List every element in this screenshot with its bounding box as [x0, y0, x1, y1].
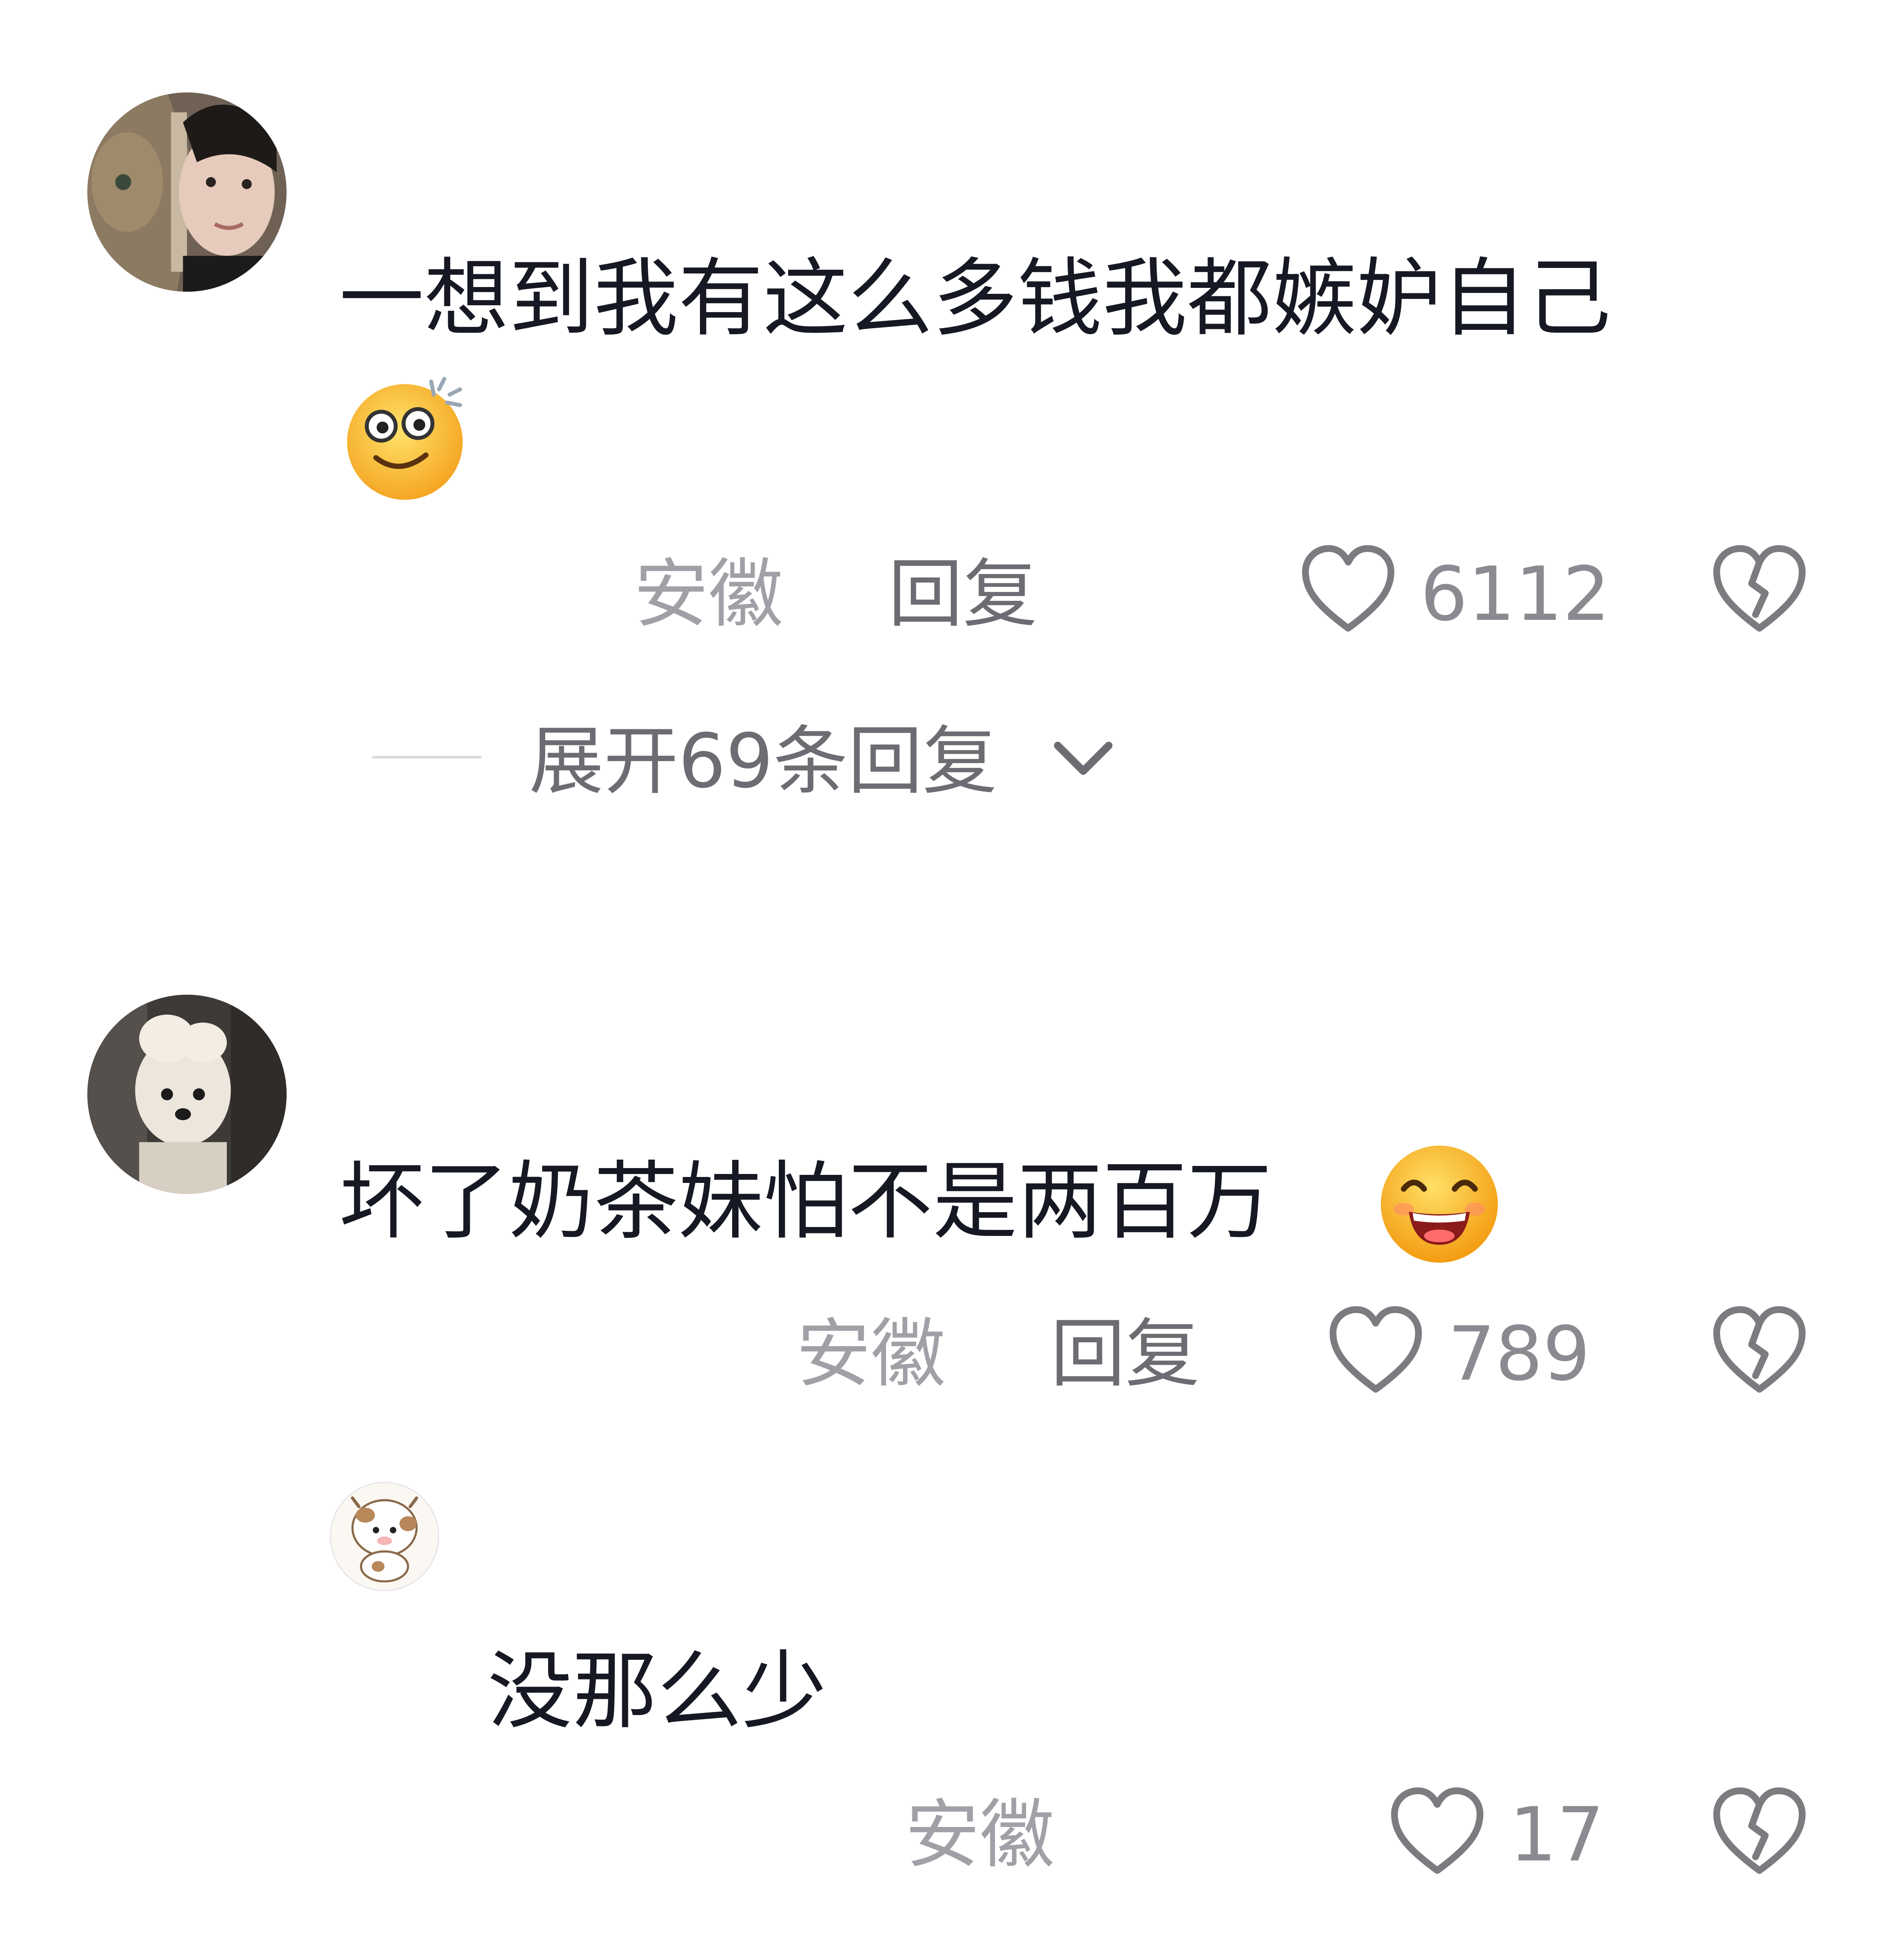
expand-divider-line — [372, 756, 482, 759]
comment-text: 坏了奶茶妹怕不是两百万 — [339, 1152, 1272, 1251]
location-label: 安徽 — [634, 551, 783, 638]
heart-icon[interactable] — [1388, 1785, 1486, 1878]
reply-button[interactable]: 回复 — [888, 557, 1037, 632]
comment-text: 一想到我有这么多钱我都嫉妒自己 — [339, 249, 1611, 348]
like-count: 6112 — [1420, 551, 1610, 638]
avatar[interactable] — [87, 92, 287, 292]
heart-icon[interactable] — [1327, 1304, 1425, 1397]
like-count: 789 — [1448, 1311, 1590, 1397]
location-label: 安徽 — [905, 1791, 1055, 1878]
broken-heart-icon[interactable] — [1711, 1785, 1808, 1878]
broken-heart-icon[interactable] — [1711, 1304, 1808, 1397]
comment-text: 没那么少 — [488, 1642, 827, 1741]
grin-emoji — [1376, 1141, 1503, 1268]
like-count: 17 — [1509, 1791, 1604, 1878]
chevron-down-icon[interactable] — [1051, 736, 1115, 782]
dizzy-smile-emoji — [339, 371, 471, 502]
location-label: 安徽 — [796, 1311, 946, 1397]
broken-heart-icon[interactable] — [1711, 543, 1808, 636]
avatar[interactable] — [87, 995, 287, 1194]
avatar[interactable] — [330, 1482, 439, 1591]
reply-button[interactable]: 回复 — [1051, 1317, 1200, 1392]
heart-icon[interactable] — [1299, 543, 1397, 636]
expand-replies-button[interactable]: 展开69条回复 — [529, 724, 997, 799]
